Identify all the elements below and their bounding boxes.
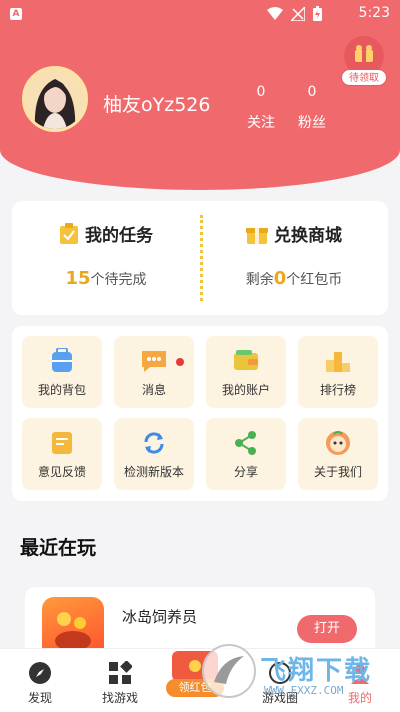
status-time: 5:23 — [358, 5, 390, 21]
recent-section-title: 最近在玩 — [20, 537, 97, 559]
watermark-url: WWW.FXXZ.COM — [264, 684, 344, 697]
grid-icon — [109, 660, 133, 684]
grid-item-about[interactable]: 关于我们 — [298, 418, 378, 490]
battery-icon — [313, 6, 322, 21]
grid-item-label: 意见反馈 — [37, 465, 86, 479]
grid-item-feedback[interactable]: 意见反馈 — [22, 418, 102, 490]
watermark-title: 飞翔下载 — [260, 656, 373, 686]
followers-stat[interactable]: 0 粉丝 — [292, 84, 332, 132]
grid-item-account[interactable]: 我的账户 — [206, 336, 286, 408]
tasks-card: 我的任务 15个待完成 兑换商城 剩余0个红包币 — [12, 201, 388, 315]
ranking-icon — [326, 352, 350, 372]
coins-prefix: 剩余 — [245, 272, 274, 288]
watermark: 飞翔下载 WWW.FXXZ.COM — [200, 640, 400, 712]
grid-item-backpack[interactable]: 我的背包 — [22, 336, 102, 408]
refresh-icon — [144, 432, 164, 454]
avatar-portrait-icon — [34, 79, 76, 129]
unread-dot-icon — [176, 358, 184, 366]
about-icon — [326, 431, 350, 455]
game-name: 冰岛饲养员 — [122, 608, 198, 626]
message-icon — [142, 351, 166, 372]
tab-label: 发现 — [27, 691, 52, 705]
app-notification-icon: A — [10, 8, 22, 20]
menu-grid: 我的背包 消息 我的账户 排行榜 意见反馈 检测新版本 分享 关于我们 — [12, 326, 388, 501]
followers-count: 0 — [307, 84, 317, 100]
share-icon — [235, 431, 256, 455]
gift-label: 待领取 — [341, 69, 387, 86]
grid-item-share[interactable]: 分享 — [206, 418, 286, 490]
following-count: 0 — [256, 84, 266, 100]
compass-icon — [29, 662, 51, 684]
avatar[interactable] — [22, 66, 88, 132]
grid-item-label: 消息 — [141, 383, 166, 397]
grid-item-label: 排行榜 — [319, 383, 356, 397]
coins-suffix: 个红包币 — [286, 272, 343, 288]
watermark-logo-icon — [202, 644, 256, 698]
my-tasks-title: 我的任务 — [85, 226, 153, 246]
pending-tasks-count: 15 — [65, 268, 91, 289]
grid-item-message[interactable]: 消息 — [114, 336, 194, 408]
grid-item-label: 分享 — [233, 465, 258, 479]
exchange-mall[interactable]: 兑换商城 剩余0个红包币 — [200, 221, 388, 289]
feedback-icon — [52, 432, 72, 454]
grid-item-label: 关于我们 — [313, 465, 362, 479]
following-label: 关注 — [247, 115, 275, 131]
wallet-icon — [234, 350, 258, 370]
tab-label: 找游戏 — [101, 691, 138, 705]
following-stat[interactable]: 0 关注 — [241, 84, 281, 132]
grid-item-ranking[interactable]: 排行榜 — [298, 336, 378, 408]
open-game-button[interactable]: 打开 — [297, 615, 357, 643]
tab-discover[interactable]: 发现 — [0, 649, 80, 712]
task-clipboard-icon — [60, 222, 78, 244]
grid-item-label: 检测新版本 — [123, 465, 184, 479]
grid-item-label: 我的账户 — [221, 383, 270, 397]
wifi-icon — [267, 6, 283, 20]
grid-item-label: 我的背包 — [37, 383, 86, 397]
followers-label: 粉丝 — [298, 115, 326, 131]
signal-icon — [291, 6, 305, 21]
backpack-icon — [52, 347, 72, 372]
pending-tasks-label: 个待完成 — [90, 272, 147, 288]
mall-gift-icon — [246, 227, 268, 244]
exchange-mall-title: 兑换商城 — [274, 226, 342, 246]
grid-item-update[interactable]: 检测新版本 — [114, 418, 194, 490]
status-bar: A 5:23 — [0, 0, 400, 28]
username: 柚友oYz526 — [103, 94, 211, 116]
gift-button[interactable]: 待领取 — [340, 36, 388, 88]
tab-find-games[interactable]: 找游戏 — [80, 649, 160, 712]
my-tasks[interactable]: 我的任务 15个待完成 — [12, 221, 200, 289]
coins-count: 0 — [273, 268, 287, 289]
